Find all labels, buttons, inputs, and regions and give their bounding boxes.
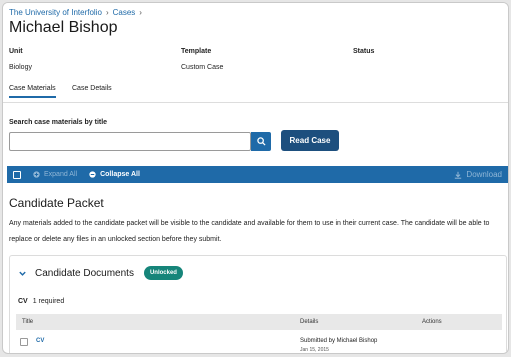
candidate-packet-title: Candidate Packet	[9, 196, 104, 210]
table-header: Title Details Actions	[16, 314, 502, 330]
section-header[interactable]: Candidate Documents Unlocked	[18, 266, 183, 280]
plus-circle-icon	[33, 171, 40, 178]
download-button[interactable]: Download	[454, 170, 502, 179]
expand-all-label: Expand All	[44, 171, 78, 178]
breadcrumb: The University of Interfolio › Cases ›	[9, 8, 146, 17]
search-input[interactable]	[9, 132, 251, 151]
tab-case-materials[interactable]: Case Materials	[9, 85, 56, 98]
unit-value: Biology	[9, 64, 32, 71]
app-window: The University of Interfolio › Cases › M…	[2, 2, 509, 354]
page-header: The University of Interfolio › Cases › M…	[3, 3, 508, 78]
status-label: Status	[353, 48, 375, 55]
breadcrumb-link-university[interactable]: The University of Interfolio	[9, 8, 102, 17]
chevron-right-icon: ›	[139, 8, 142, 17]
case-tabs: Case Materials Case Details	[3, 85, 508, 103]
column-actions: Actions	[422, 319, 442, 325]
download-label: Download	[466, 170, 502, 179]
column-title: Title	[22, 319, 34, 325]
requirement-name: CV	[18, 298, 28, 305]
chevron-right-icon: ›	[105, 8, 109, 17]
minus-circle-icon	[89, 171, 96, 178]
page-title: Michael Bishop	[9, 19, 118, 36]
search-button[interactable]	[251, 132, 271, 151]
search-icon	[256, 137, 266, 146]
table-row: CV Submitted by Michael Bishop Jan 15, 2…	[16, 332, 502, 353]
row-details: Submitted by Michael Bishop	[300, 338, 378, 344]
tab-case-details[interactable]: Case Details	[72, 85, 112, 96]
collapse-all-label: Collapse All	[100, 171, 140, 178]
search-label: Search case materials by title	[9, 119, 108, 126]
breadcrumb-link-cases[interactable]: Cases	[113, 8, 136, 17]
candidate-packet-description: Any materials added to the candidate pac…	[9, 220, 490, 243]
template-label: Template	[181, 48, 212, 55]
row-date: Jan 15, 2015	[300, 347, 329, 353]
chevron-down-icon[interactable]	[18, 269, 27, 278]
read-case-button[interactable]: Read Case	[281, 130, 339, 151]
column-details: Details	[300, 319, 319, 325]
expand-all-button[interactable]: Expand All	[33, 171, 77, 178]
requirement-line: CV 1 required	[18, 298, 64, 305]
section-title: Candidate Documents	[35, 267, 134, 279]
requirement-count: 1 required	[32, 298, 65, 305]
template-value: Custom Case	[181, 64, 224, 71]
download-icon	[455, 171, 462, 179]
file-link[interactable]: CV	[36, 338, 44, 344]
collapse-all-button[interactable]: Collapse All	[89, 171, 140, 178]
candidate-documents-section: Candidate Documents Unlocked CV 1 requir…	[9, 255, 507, 353]
status-badge: Unlocked	[143, 266, 183, 280]
unit-label: Unit	[9, 48, 23, 55]
row-checkbox[interactable]	[20, 338, 28, 346]
select-all-checkbox[interactable]	[13, 170, 21, 179]
materials-toolbar: Expand All Collapse All Download	[7, 166, 508, 183]
